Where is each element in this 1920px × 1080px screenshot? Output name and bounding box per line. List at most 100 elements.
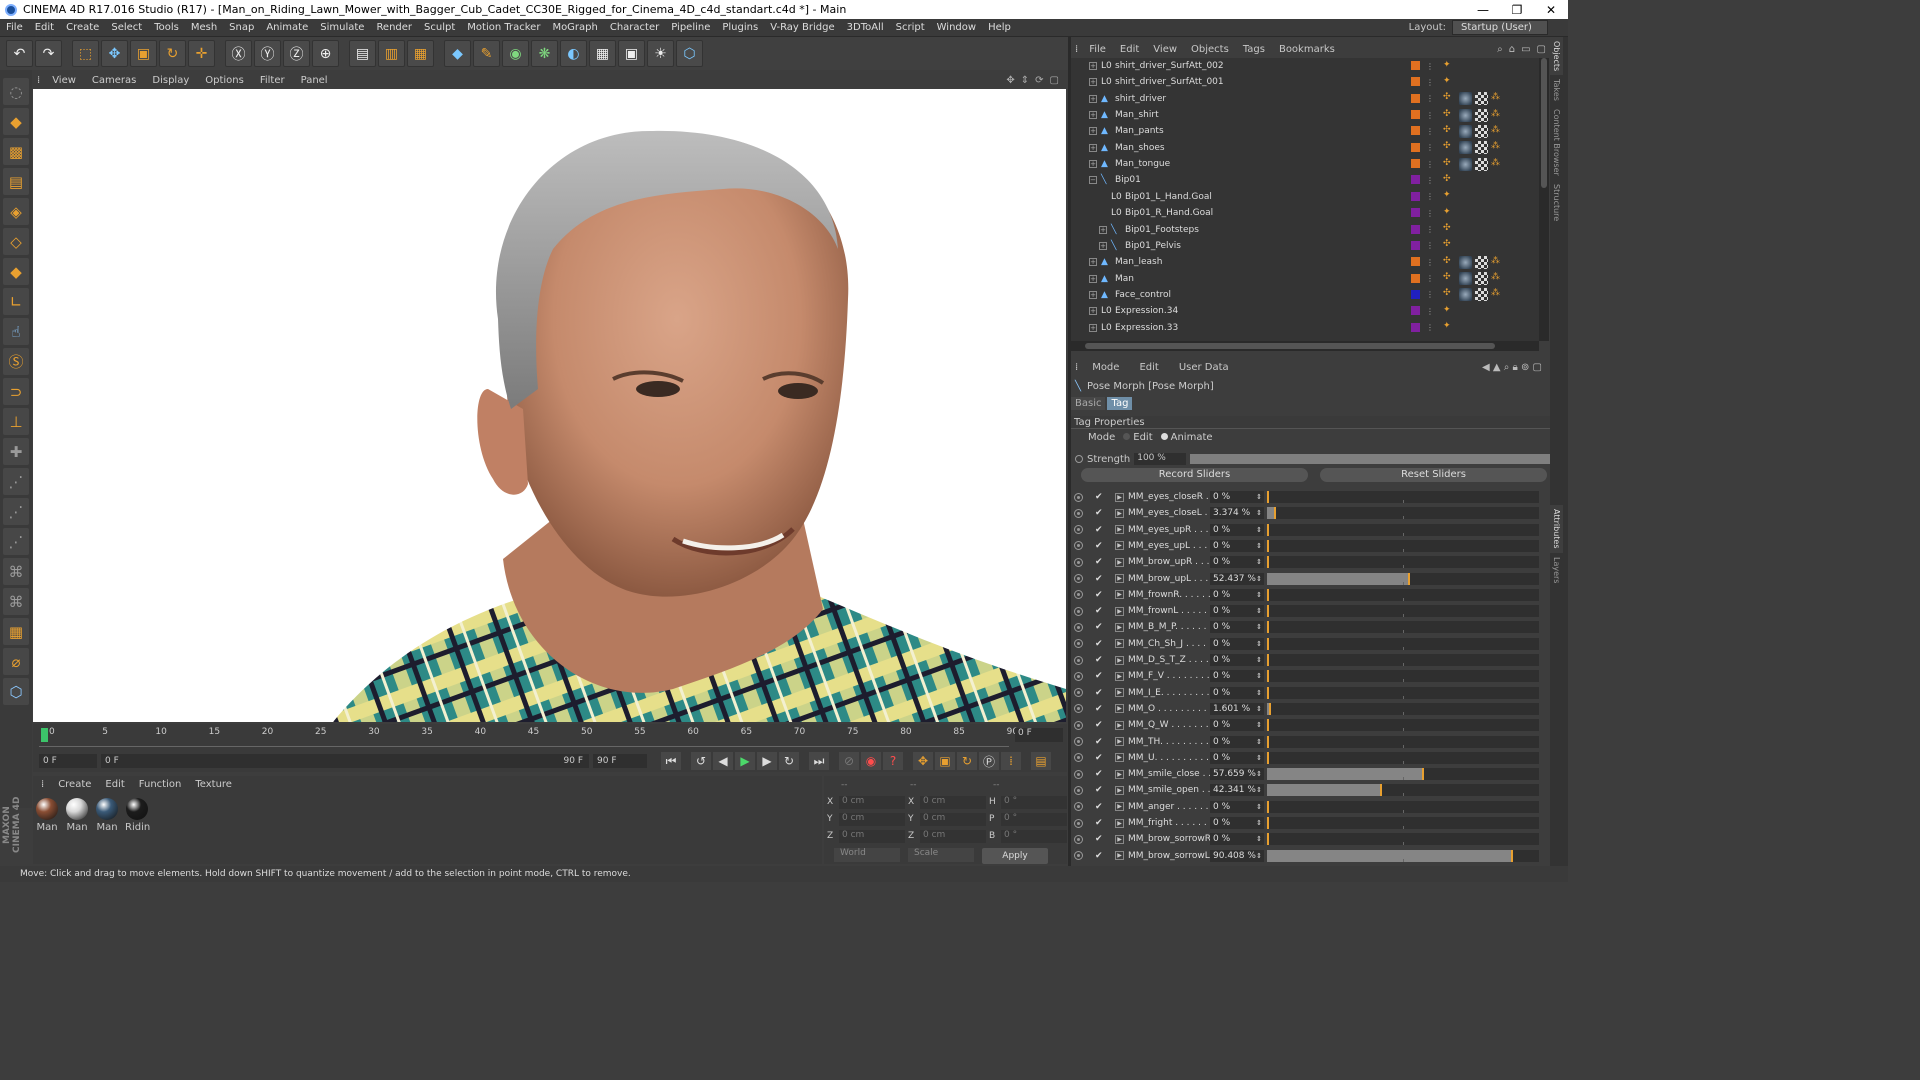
animate-circle-icon[interactable] (1074, 688, 1083, 698)
visibility-dots-icon[interactable]: ⋮ (1426, 258, 1434, 267)
menu-select[interactable]: Select (105, 22, 148, 33)
enabled-checkbox[interactable]: ✔ (1095, 606, 1105, 616)
morph-slider[interactable] (1267, 572, 1539, 585)
morph-slider[interactable] (1267, 735, 1539, 748)
animate-circle-icon[interactable] (1074, 590, 1083, 600)
animate-circle-icon[interactable] (1074, 720, 1083, 730)
object-row[interactable]: + L0 Expression.33 ⋮ ✦ (1071, 320, 1539, 336)
tag-icon[interactable]: ✣ (1443, 256, 1456, 269)
side-tab-layers[interactable]: Layers (1550, 553, 1563, 587)
layout-dropdown[interactable]: Startup (User) (1452, 20, 1548, 35)
morph-slider[interactable] (1267, 768, 1539, 781)
menu-render[interactable]: Render (370, 22, 418, 33)
menu-snap[interactable]: Snap (223, 22, 260, 33)
morph-value-field[interactable]: 0 % ⇕ (1210, 670, 1264, 683)
menu-simulate[interactable]: Simulate (314, 22, 370, 33)
side-tab-attributes[interactable]: Attributes (1550, 505, 1563, 553)
model-mode-icon[interactable]: ◆ (3, 108, 29, 135)
tag-icon[interactable]: ✦ (1443, 76, 1456, 89)
animate-circle-icon[interactable] (1074, 622, 1083, 632)
menu-3dtoall[interactable]: 3DToAll (841, 22, 890, 33)
enabled-checkbox[interactable]: ✔ (1095, 785, 1105, 795)
spring-tool-icon[interactable]: ⌀ (3, 648, 29, 675)
morph-toggle-icon[interactable]: ▶ (1115, 655, 1124, 665)
tag-icon[interactable]: ⁂ (1491, 158, 1504, 171)
coord-field[interactable]: 0 cm (839, 812, 905, 826)
stepper-arrows-icon[interactable]: ⇕ (1256, 835, 1262, 843)
stepper-arrows-icon[interactable]: ⇕ (1256, 852, 1262, 860)
material-item[interactable]: Man (65, 798, 89, 833)
tab-tag[interactable]: Tag (1107, 397, 1133, 410)
previous-key-icon[interactable]: ↺ (691, 752, 711, 770)
animate-circle-icon[interactable] (1074, 557, 1083, 567)
end-frame-field[interactable]: 90 F (593, 754, 647, 768)
objects-menu-file[interactable]: File (1082, 44, 1113, 55)
tag-icon[interactable]: ✣ (1443, 141, 1456, 154)
object-row[interactable]: + L0 Expression.34 ⋮ ✦ (1071, 303, 1539, 319)
coord-field[interactable]: 0 cm (920, 812, 986, 826)
morph-value-field[interactable]: 1.601 % ⇕ (1210, 702, 1264, 715)
tag-icon[interactable] (1459, 124, 1472, 138)
tag-icon[interactable]: ✣ (1443, 125, 1456, 138)
layer-color-swatch[interactable] (1411, 257, 1420, 267)
morph-toggle-icon[interactable]: ▶ (1115, 818, 1124, 828)
layer-color-swatch[interactable] (1411, 93, 1420, 103)
morph-value-field[interactable]: 0 % ⇕ (1210, 654, 1264, 666)
enabled-checkbox[interactable]: ✔ (1095, 590, 1105, 600)
animate-circle-icon[interactable] (1074, 508, 1083, 518)
object-row[interactable]: + ▲ Man_shirt ⋮ ✣ ⁂ (1071, 107, 1539, 123)
stepper-arrows-icon[interactable]: ⇕ (1256, 770, 1262, 778)
stepper-arrows-icon[interactable]: ⇕ (1256, 738, 1262, 746)
expand-toggle-icon[interactable]: + (1089, 307, 1097, 316)
coord-field[interactable]: 0 ° (1001, 812, 1067, 826)
material-menu-create[interactable]: Create (58, 779, 91, 790)
layer-color-swatch[interactable] (1411, 77, 1420, 87)
strength-field[interactable]: 100 % (1134, 453, 1186, 465)
morph-slider[interactable] (1267, 719, 1539, 732)
object-row[interactable]: − ╲ Bip01 ⋮ ✣ (1071, 172, 1539, 188)
tag-icon[interactable]: ⁂ (1491, 256, 1504, 269)
render-settings-icon[interactable]: ▦ (407, 40, 434, 67)
autokey-icon[interactable]: ? (883, 752, 903, 770)
menu-plugins[interactable]: Plugins (716, 22, 764, 33)
make-editable-icon[interactable]: ◌ (3, 78, 29, 105)
stepper-arrows-icon[interactable]: ⇕ (1256, 640, 1262, 648)
3d-viewport[interactable] (33, 89, 1066, 722)
morph-slider[interactable] (1267, 491, 1539, 503)
stepper-arrows-icon[interactable]: ⇕ (1256, 754, 1262, 762)
morph-toggle-icon[interactable]: ▶ (1115, 639, 1124, 649)
rotate-tool-icon[interactable]: ↻ (159, 40, 186, 67)
object-row[interactable]: + ▲ Man_shoes ⋮ ✣ ⁂ (1071, 140, 1539, 156)
tag-icon[interactable]: ⁂ (1491, 272, 1504, 285)
undo-icon[interactable]: ↶ (6, 40, 33, 67)
grid-y-icon[interactable]: ⋰ (3, 498, 29, 525)
animate-circle-icon[interactable] (1074, 769, 1083, 779)
tag-icon[interactable] (1475, 92, 1488, 106)
expand-toggle-icon[interactable]: + (1089, 94, 1097, 103)
tag-icon[interactable] (1459, 92, 1472, 106)
object-row[interactable]: + ╲ Bip01_Pelvis ⋮ ✣ (1071, 238, 1539, 254)
animate-circle-icon[interactable] (1075, 455, 1083, 463)
layer-color-swatch[interactable] (1411, 175, 1420, 185)
morph-slider[interactable] (1267, 523, 1539, 536)
tag-icon[interactable]: ✣ (1443, 174, 1456, 187)
enabled-checkbox[interactable]: ✔ (1095, 769, 1105, 779)
stepper-arrows-icon[interactable]: ⇕ (1256, 542, 1262, 550)
coord-field[interactable]: 0 cm (920, 795, 986, 809)
stepper-arrows-icon[interactable]: ⇕ (1256, 689, 1262, 697)
morph-slider[interactable] (1267, 539, 1539, 552)
morph-toggle-icon[interactable]: ▶ (1115, 671, 1124, 681)
morph-value-field[interactable]: 0 % ⇕ (1210, 833, 1264, 846)
visibility-dots-icon[interactable]: ⋮ (1426, 111, 1434, 120)
light-icon[interactable]: ☀ (647, 40, 674, 67)
morph-toggle-icon[interactable]: ▶ (1115, 508, 1124, 518)
visibility-dots-icon[interactable]: ⋮ (1426, 176, 1434, 185)
tag-icon[interactable]: ✦ (1443, 60, 1456, 73)
stepper-arrows-icon[interactable]: ⇕ (1256, 509, 1262, 517)
render-view-icon[interactable]: ▤ (349, 40, 376, 67)
coord-field[interactable]: 0 ° (1001, 829, 1067, 843)
y-axis-lock-icon[interactable]: Ⓨ (254, 40, 281, 67)
object-row[interactable]: + ▲ Man_leash ⋮ ✣ ⁂ (1071, 254, 1539, 270)
x-axis-lock-icon[interactable]: Ⓧ (225, 40, 252, 67)
key-scale-icon[interactable]: ▣ (935, 752, 955, 770)
